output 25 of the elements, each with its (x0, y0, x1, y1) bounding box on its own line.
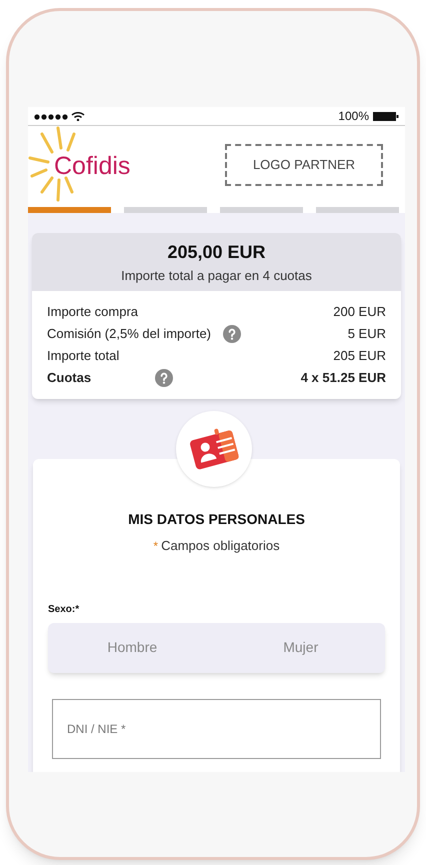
required-asterisk: * (153, 538, 158, 555)
total-caption: Importe total a pagar en 4 cuotas (121, 266, 312, 285)
sex-option[interactable]: Mujer (216, 622, 385, 672)
signal-wifi-icon (34, 111, 86, 121)
brand-logo: Cofidis (54, 151, 130, 182)
total-amount: 205,00 EUR (167, 240, 266, 264)
partner-logo-frame: LOGO PARTNER (225, 144, 383, 186)
battery-percentage: 100% (338, 108, 369, 125)
summary-label: Importe total (47, 347, 120, 366)
summary-value: 5 EUR (348, 325, 386, 344)
help-icon[interactable] (155, 369, 173, 387)
summary-value: 4 x 51.25 EUR (300, 369, 386, 388)
summary-value: 205 EUR (333, 347, 386, 366)
form-title: MIS DATOS PERSONALES (128, 510, 305, 529)
required-note: Campos obligatorios (161, 537, 280, 555)
dni-field[interactable]: DNI / NIE * (52, 698, 381, 758)
summary-value: 200 EUR (333, 303, 386, 322)
sex-option[interactable]: Hombre (48, 622, 216, 672)
dni-input[interactable]: DNI / NIE * (67, 720, 366, 738)
sex-label: Sexo:* (48, 602, 80, 616)
summary-label: Comisión (2,5% del importe) (47, 325, 212, 344)
summary-label: Importe compra (47, 303, 138, 322)
help-icon[interactable] (223, 325, 242, 343)
battery-icon (373, 112, 399, 120)
summary-label: Cuotas (47, 369, 92, 388)
